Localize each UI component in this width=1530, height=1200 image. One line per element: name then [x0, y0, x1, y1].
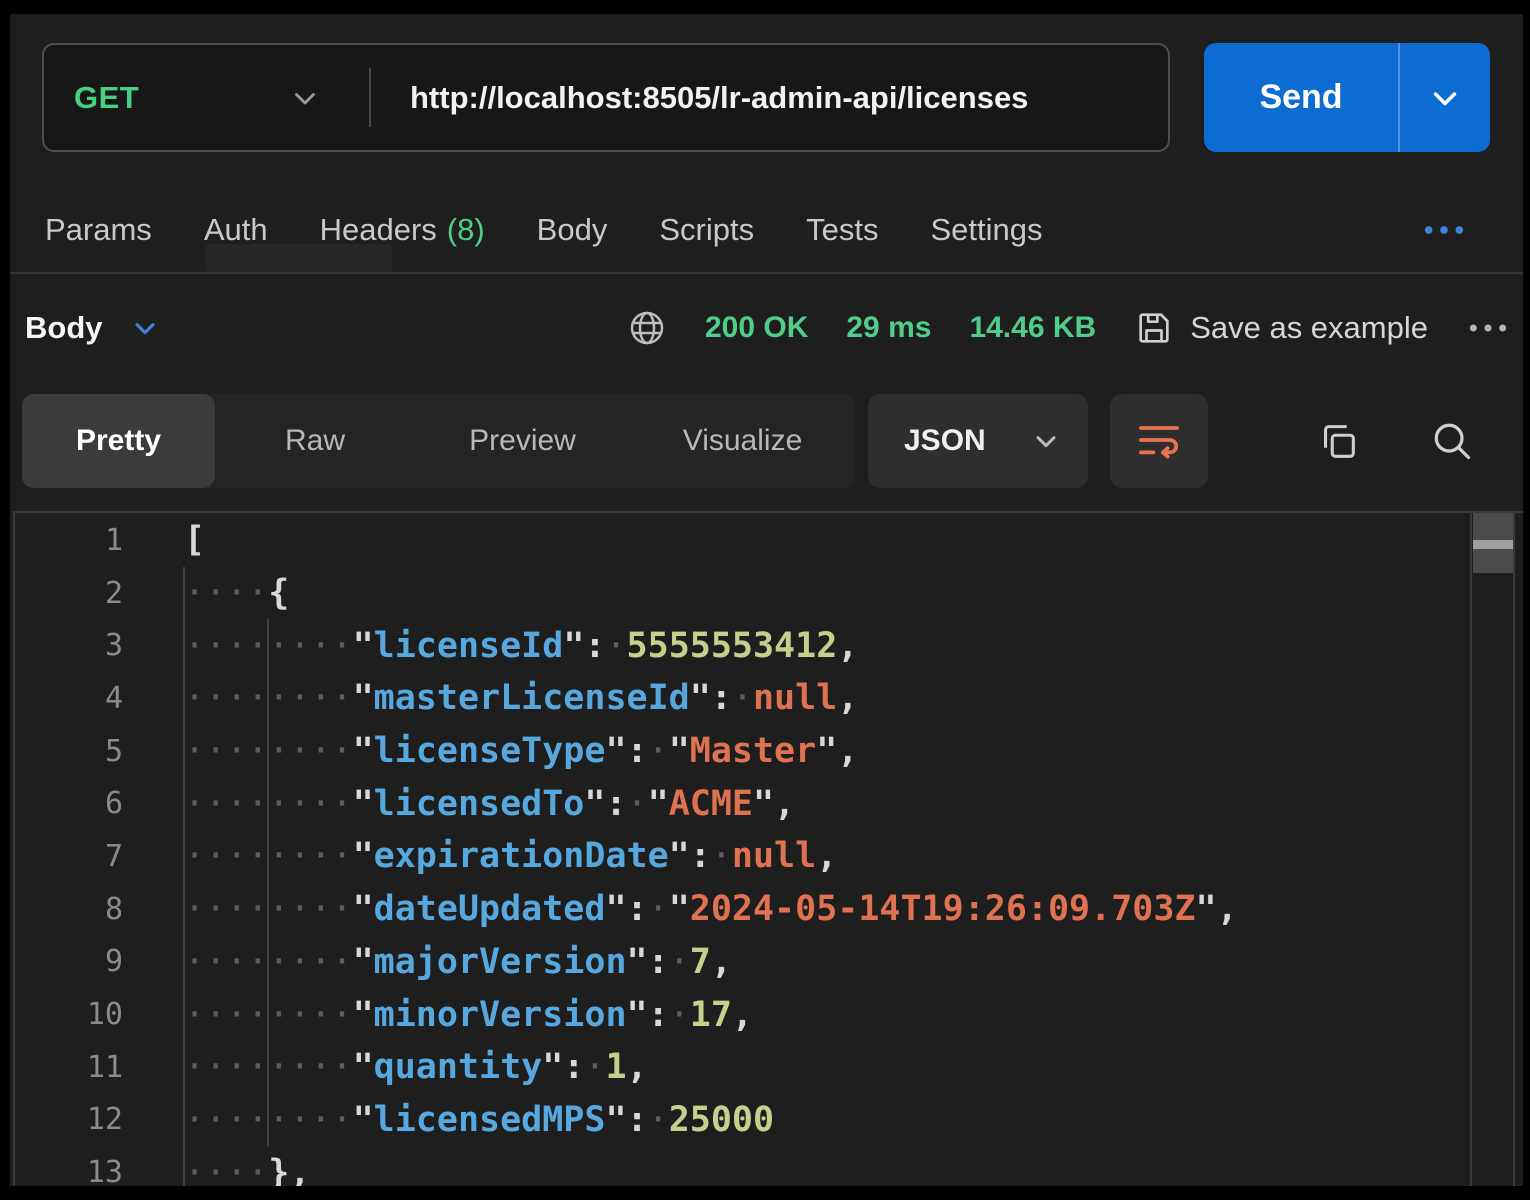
copy-icon [1315, 418, 1361, 464]
search-icon [1429, 418, 1475, 464]
tab-params[interactable]: Params [45, 212, 152, 248]
send-label: Send [1204, 78, 1398, 117]
response-size: 14.46 KB [969, 311, 1096, 345]
line-content[interactable]: ········"majorVersion":·7, [123, 942, 732, 982]
code-line: 3········"licenseId":·5555553412, [10, 619, 1466, 672]
url-input[interactable] [398, 45, 1150, 150]
line-number: 7 [10, 839, 123, 874]
scrollbar-marker [1473, 540, 1513, 549]
code-line: 9········"majorVersion":·7, [10, 936, 1466, 989]
view-tab-pretty[interactable]: Pretty [22, 394, 215, 488]
code-line: 2····{ [10, 567, 1466, 620]
chevron-down-icon [1030, 425, 1062, 457]
tab-auth[interactable]: Auth [204, 212, 268, 248]
scrollbar-track-border [1470, 511, 1472, 1186]
code-line: 11········"quantity":·1, [10, 1041, 1466, 1094]
scrollbar-track-border [1513, 511, 1515, 1186]
format-label: JSON [904, 424, 1030, 458]
search-response-button[interactable] [1420, 394, 1484, 488]
view-tab-visualize[interactable]: Visualize [630, 394, 855, 488]
line-content[interactable]: ········"expirationDate":·null, [123, 836, 837, 876]
editor-top-border [13, 511, 1523, 513]
response-status-group: 200 OK 29 ms 14.46 KB Save as example [627, 290, 1510, 366]
response-meta-row: Body 200 OK 29 ms 14.46 KB Save as examp… [10, 290, 1523, 366]
wrap-lines-button[interactable] [1110, 394, 1208, 488]
code-line: 8········"dateUpdated":·"2024-05-14T19:2… [10, 883, 1466, 936]
send-button[interactable]: Send [1204, 43, 1490, 152]
line-content[interactable]: ····{ [123, 573, 289, 613]
floppy-disk-icon [1134, 308, 1174, 348]
response-body-dropdown[interactable]: Body [25, 290, 161, 366]
line-number: 1 [10, 523, 123, 558]
scrollbar-thumb[interactable] [1473, 513, 1513, 573]
section-divider [10, 272, 1523, 274]
line-content[interactable]: [ [123, 520, 205, 560]
response-time: 29 ms [846, 311, 931, 345]
response-editor: 1[2····{3········"licenseId":·5555553412… [10, 511, 1523, 1186]
code-line: 4········"masterLicenseId":·null, [10, 672, 1466, 725]
format-selector[interactable]: JSON [868, 394, 1088, 488]
code-line: 13····}, [10, 1146, 1466, 1186]
line-content[interactable]: ········"quantity":·1, [123, 1047, 648, 1087]
view-tabs: Pretty Raw Preview Visualize [22, 394, 855, 488]
view-tab-preview[interactable]: Preview [415, 394, 630, 488]
line-content[interactable]: ········"masterLicenseId":·null, [123, 678, 858, 718]
line-content[interactable]: ········"minorVersion":·17, [123, 995, 753, 1035]
request-tabs: Params Auth Headers (8) Body Scripts Test… [10, 194, 1523, 266]
line-content[interactable]: ········"dateUpdated":·"2024-05-14T19:26… [123, 889, 1238, 929]
code-line: 12········"licensedMPS":·25000 [10, 1094, 1466, 1147]
code-line: 10········"minorVersion":·17, [10, 988, 1466, 1041]
line-number: 3 [10, 628, 123, 663]
line-content[interactable]: ········"licensedMPS":·25000 [123, 1100, 774, 1140]
globe-icon [627, 308, 667, 348]
line-number: 4 [10, 681, 123, 716]
request-url-bar: GET [42, 43, 1170, 152]
line-number: 10 [10, 997, 123, 1032]
method-selector[interactable]: GET [44, 45, 369, 150]
headers-count-badge: (8) [447, 212, 485, 247]
request-more-options-icon[interactable] [1421, 210, 1467, 250]
line-number: 11 [10, 1050, 123, 1085]
line-content[interactable]: ····}, [123, 1153, 310, 1186]
code-line: 7········"expirationDate":·null, [10, 830, 1466, 883]
code-lines: 1[2····{3········"licenseId":·5555553412… [10, 514, 1466, 1186]
line-number: 12 [10, 1102, 123, 1137]
tab-body[interactable]: Body [537, 212, 608, 248]
response-view-row: Pretty Raw Preview Visualize JSON [10, 394, 1523, 488]
tab-scripts[interactable]: Scripts [659, 212, 754, 248]
tab-headers[interactable]: Headers (8) [320, 212, 485, 248]
rest-client-window: GET Send Params Auth Headers (8) Body Scr… [10, 14, 1523, 1186]
view-tab-raw[interactable]: Raw [215, 394, 415, 488]
send-options-button[interactable] [1400, 79, 1490, 117]
code-line: 1[ [10, 514, 1466, 567]
text-wrap-icon [1135, 417, 1183, 465]
tab-headers-label: Headers [320, 212, 437, 247]
line-content[interactable]: ········"licenseId":·5555553412, [123, 626, 858, 666]
tab-tests[interactable]: Tests [806, 212, 878, 248]
line-content[interactable]: ········"licenseType":·"Master", [123, 731, 858, 771]
response-body-label: Body [25, 310, 103, 346]
method-label: GET [74, 80, 139, 116]
line-number: 6 [10, 786, 123, 821]
save-as-example-button[interactable]: Save as example [1134, 308, 1428, 348]
tab-settings[interactable]: Settings [930, 212, 1042, 248]
line-number: 8 [10, 892, 123, 927]
line-number: 13 [10, 1155, 123, 1186]
status-badge: 200 OK [705, 311, 808, 345]
chevron-down-icon [288, 81, 322, 115]
chevron-down-icon [129, 312, 161, 344]
line-content[interactable]: ········"licensedTo":·"ACME", [123, 784, 795, 824]
line-number: 5 [10, 734, 123, 769]
response-more-options-icon[interactable] [1466, 308, 1510, 348]
code-line: 6········"licensedTo":·"ACME", [10, 777, 1466, 830]
copy-response-button[interactable] [1306, 394, 1370, 488]
url-bar-divider [369, 68, 371, 127]
line-number: 9 [10, 944, 123, 979]
line-number: 2 [10, 576, 123, 611]
save-as-example-label: Save as example [1190, 310, 1428, 346]
code-line: 5········"licenseType":·"Master", [10, 725, 1466, 778]
